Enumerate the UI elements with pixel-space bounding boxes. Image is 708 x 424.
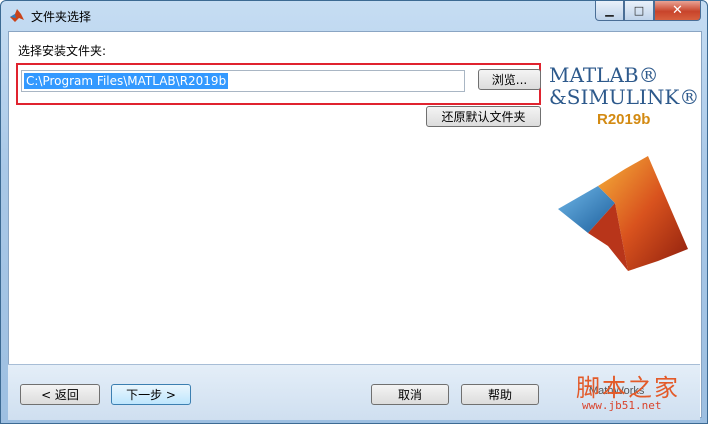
release-label: R2019b xyxy=(597,111,651,128)
window-title: 文件夹选择 xyxy=(31,10,92,24)
matlab-logo-icon xyxy=(10,9,24,22)
install-folder-value: C:\Program Files\MATLAB\R2019b xyxy=(24,73,229,89)
close-icon: ✕ xyxy=(672,3,683,18)
restore-default-folder-button[interactable]: 还原默认文件夹 xyxy=(426,106,541,127)
install-folder-input[interactable]: C:\Program Files\MATLAB\R2019b xyxy=(21,70,465,92)
matlab-simulink-logo: MATLAB® &SIMULINK® R2019b xyxy=(541,31,699,128)
maximize-icon: □ xyxy=(633,4,645,17)
minimize-button[interactable]: ▁ xyxy=(595,1,624,21)
close-button[interactable]: ✕ xyxy=(654,1,701,21)
maximize-button[interactable]: □ xyxy=(624,1,654,21)
watermark-site-name: 脚本之家 xyxy=(576,374,680,402)
back-button[interactable]: < 返回 xyxy=(20,384,100,405)
watermark-url: www.jb51.net xyxy=(582,399,662,412)
matlab-membrane-icon xyxy=(558,156,688,271)
logo-line-matlab: MATLAB® xyxy=(549,63,659,87)
browse-button[interactable]: 浏览... xyxy=(478,69,541,90)
site-watermark: 脚本之家 www.jb51.net xyxy=(576,368,701,420)
folder-prompt-label: 选择安装文件夹: xyxy=(18,44,107,58)
minimize-icon: ▁ xyxy=(605,4,614,17)
installer-window: 文件夹选择 ▁ □ ✕ 选择安装文件夹: C:\Program Files\MA… xyxy=(0,0,708,424)
next-button[interactable]: 下一步 > xyxy=(111,384,191,405)
cancel-button[interactable]: 取消 xyxy=(371,384,449,405)
title-bar[interactable]: 文件夹选择 ▁ □ ✕ xyxy=(1,1,707,31)
help-button[interactable]: 帮助 xyxy=(461,384,539,405)
logo-line-simulink: &SIMULINK® xyxy=(549,85,700,109)
